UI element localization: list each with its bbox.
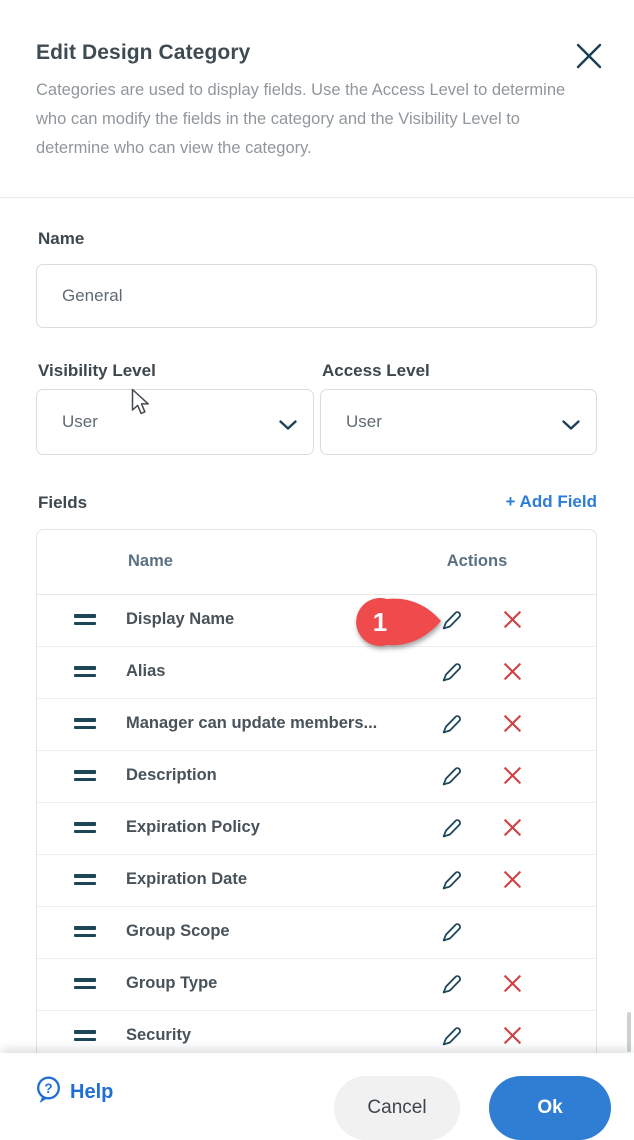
delete-field-button[interactable] [500, 713, 524, 737]
delete-field-button[interactable] [500, 661, 524, 685]
table-row: Security [37, 1011, 596, 1053]
drag-handle-icon[interactable] [74, 978, 96, 991]
delete-field-button[interactable] [500, 765, 524, 789]
pencil-icon [440, 984, 463, 999]
access-level-select[interactable]: User [320, 389, 597, 455]
visibility-level-select[interactable]: User [36, 389, 314, 455]
edit-field-button[interactable] [439, 713, 463, 737]
field-name: Description [126, 766, 217, 785]
column-header-name: Name [128, 552, 173, 571]
drag-handle-icon[interactable] [74, 926, 96, 939]
x-icon [502, 878, 523, 893]
table-row: Manager can update members... [37, 699, 596, 751]
field-name: Display Name [126, 610, 234, 629]
field-name: Group Type [126, 974, 217, 993]
add-field-button[interactable]: + Add Field [397, 492, 597, 512]
edit-field-button[interactable] [439, 973, 463, 997]
page-title: Edit Design Category [36, 41, 250, 65]
pencil-icon [440, 620, 463, 635]
x-icon [502, 982, 523, 997]
table-row: Description [37, 751, 596, 803]
field-name: Group Scope [126, 922, 230, 941]
field-name: Expiration Policy [126, 818, 260, 837]
access-level-value: User [321, 412, 382, 432]
access-level-label: Access Level [322, 361, 430, 381]
drag-handle-icon[interactable] [74, 614, 96, 627]
scrollbar-thumb[interactable] [627, 1012, 631, 1052]
footer-bar: ? Help Cancel Ok [0, 1053, 634, 1136]
edit-field-button[interactable] [439, 1025, 463, 1049]
field-name: Expiration Date [126, 870, 247, 889]
name-field-label: Name [38, 229, 84, 249]
delete-field-button[interactable] [500, 1025, 524, 1049]
x-icon [502, 670, 523, 685]
cancel-button[interactable]: Cancel [334, 1076, 460, 1140]
drag-handle-icon[interactable] [74, 770, 96, 783]
x-icon [502, 618, 523, 633]
edit-field-button[interactable] [439, 609, 463, 633]
edit-field-button[interactable] [439, 765, 463, 789]
drag-handle-icon[interactable] [74, 666, 96, 679]
close-button[interactable] [574, 42, 604, 72]
chevron-down-icon [562, 418, 580, 436]
chevron-down-icon [279, 418, 297, 436]
fields-table: Name Actions Display Name Alias [36, 529, 597, 1053]
ok-button[interactable]: Ok [489, 1076, 611, 1140]
x-icon [502, 1034, 523, 1049]
field-name: Security [126, 1026, 191, 1045]
x-icon [502, 826, 523, 841]
edit-field-button[interactable] [439, 817, 463, 841]
help-label: Help [70, 1081, 113, 1104]
delete-field-button[interactable] [500, 869, 524, 893]
delete-field-button[interactable] [500, 973, 524, 997]
table-row: Expiration Date [37, 855, 596, 907]
column-header-actions: Actions [425, 552, 529, 571]
delete-field-button[interactable] [500, 817, 524, 841]
visibility-level-value: User [37, 412, 98, 432]
drag-handle-icon[interactable] [74, 874, 96, 887]
pencil-icon [440, 1036, 463, 1051]
help-link[interactable]: ? Help [34, 1075, 113, 1110]
table-row: Alias [37, 647, 596, 699]
table-row: Group Type [37, 959, 596, 1011]
x-icon [502, 774, 523, 789]
edit-field-button[interactable] [439, 921, 463, 945]
edit-field-button[interactable] [439, 661, 463, 685]
edit-field-button[interactable] [439, 869, 463, 893]
fields-table-body: Display Name Alias [37, 595, 596, 1053]
fields-table-header: Name Actions [37, 530, 596, 595]
svg-text:?: ? [44, 1081, 52, 1096]
close-icon [575, 58, 603, 73]
pencil-icon [440, 724, 463, 739]
drag-handle-icon[interactable] [74, 1030, 96, 1043]
pencil-icon [440, 828, 463, 843]
field-name: Alias [126, 662, 165, 681]
field-name: Manager can update members... [126, 714, 377, 733]
name-input[interactable] [36, 264, 597, 328]
pencil-icon [440, 672, 463, 687]
table-row: Expiration Policy [37, 803, 596, 855]
delete-field-button[interactable] [500, 609, 524, 633]
table-row: Display Name [37, 595, 596, 647]
drag-handle-icon[interactable] [74, 822, 96, 835]
pencil-icon [440, 776, 463, 791]
visibility-level-label: Visibility Level [38, 361, 156, 381]
dialog-description: Categories are used to display fields. U… [36, 76, 584, 163]
help-bubble-icon: ? [34, 1075, 63, 1110]
pencil-icon [440, 932, 463, 947]
fields-section-label: Fields [38, 493, 87, 513]
x-icon [502, 722, 523, 737]
drag-handle-icon[interactable] [74, 718, 96, 731]
header-divider [0, 197, 634, 198]
table-row: Group Scope [37, 907, 596, 959]
pencil-icon [440, 880, 463, 895]
